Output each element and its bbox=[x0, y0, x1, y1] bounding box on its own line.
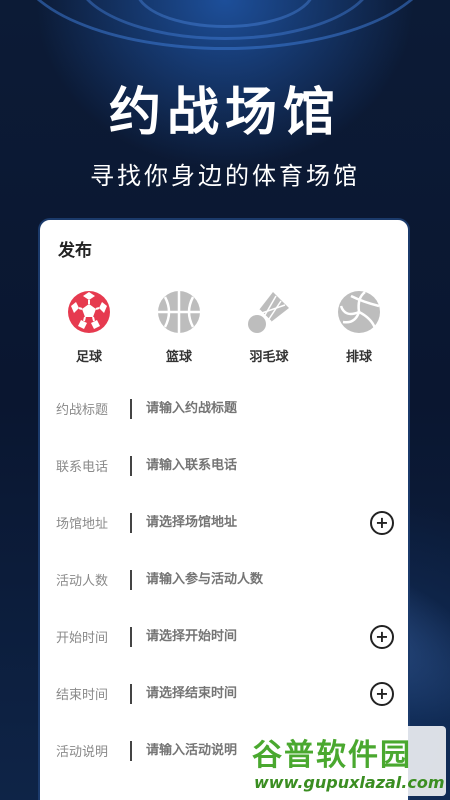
sport-option-badminton[interactable]: 羽毛球 bbox=[229, 288, 309, 365]
sport-selector: 足球 篮球 羽毛球 排球 bbox=[40, 288, 408, 365]
field-label: 结束时间 bbox=[56, 688, 109, 703]
form-row-address: 场馆地址 + bbox=[40, 494, 408, 551]
start-time-input[interactable] bbox=[146, 629, 408, 644]
form-row-start-time: 开始时间 + bbox=[40, 608, 408, 665]
field-label: 场馆地址 bbox=[56, 517, 109, 532]
field-divider bbox=[130, 455, 132, 476]
basketball-icon bbox=[158, 291, 200, 333]
form-row-phone: 联系电话 bbox=[40, 437, 408, 494]
phone-input[interactable] bbox=[146, 458, 408, 473]
field-divider bbox=[130, 626, 132, 647]
sport-label: 排球 bbox=[345, 350, 372, 365]
field-divider bbox=[130, 512, 132, 533]
field-divider bbox=[130, 398, 132, 419]
form-row-title: 约战标题 bbox=[40, 380, 408, 437]
watermark-name: 谷普软件园 bbox=[252, 738, 412, 773]
field-label: 活动人数 bbox=[56, 574, 109, 589]
address-input[interactable] bbox=[146, 515, 408, 530]
add-address-button[interactable]: + bbox=[370, 511, 394, 535]
sport-option-football[interactable]: 足球 bbox=[49, 288, 129, 365]
add-start-time-button[interactable]: + bbox=[370, 625, 394, 649]
field-divider bbox=[130, 740, 132, 761]
sport-label: 足球 bbox=[75, 350, 102, 365]
hero-subtitle: 寻找你身边的体育场馆 bbox=[90, 162, 360, 190]
sport-option-basketball[interactable]: 篮球 bbox=[139, 288, 219, 365]
football-icon bbox=[68, 291, 110, 333]
field-label: 开始时间 bbox=[56, 631, 109, 646]
form-row-participants: 活动人数 bbox=[40, 551, 408, 608]
watermark: 谷普软件园 www.gupuxlazal.com bbox=[246, 726, 446, 796]
sport-option-volleyball[interactable]: 排球 bbox=[319, 288, 399, 365]
volleyball-icon bbox=[338, 291, 380, 333]
card-title: 发布 bbox=[58, 241, 92, 261]
field-divider bbox=[130, 683, 132, 704]
publish-form: 约战标题 联系电话 场馆地址 + 活动人数 开始时间 + 结束时间 bbox=[40, 380, 408, 779]
field-divider bbox=[130, 569, 132, 590]
badminton-icon bbox=[248, 292, 289, 333]
end-time-input[interactable] bbox=[146, 686, 408, 701]
field-label: 约战标题 bbox=[56, 403, 109, 418]
participants-input[interactable] bbox=[146, 572, 408, 587]
field-label: 活动说明 bbox=[56, 745, 109, 760]
sport-label: 羽毛球 bbox=[249, 350, 289, 365]
hero-title: 约战场馆 bbox=[108, 83, 341, 143]
add-end-time-button[interactable]: + bbox=[370, 682, 394, 706]
title-input[interactable] bbox=[146, 401, 408, 416]
publish-card: 发布 足球 篮球 羽毛球 排球 约战标题 请输入约战标题 联系电话 请输入联系电… bbox=[38, 218, 410, 800]
sport-label: 篮球 bbox=[165, 350, 192, 365]
field-label: 联系电话 bbox=[56, 460, 109, 475]
watermark-url: www.gupuxlazal.com bbox=[254, 773, 445, 792]
form-row-end-time: 结束时间 + bbox=[40, 665, 408, 722]
